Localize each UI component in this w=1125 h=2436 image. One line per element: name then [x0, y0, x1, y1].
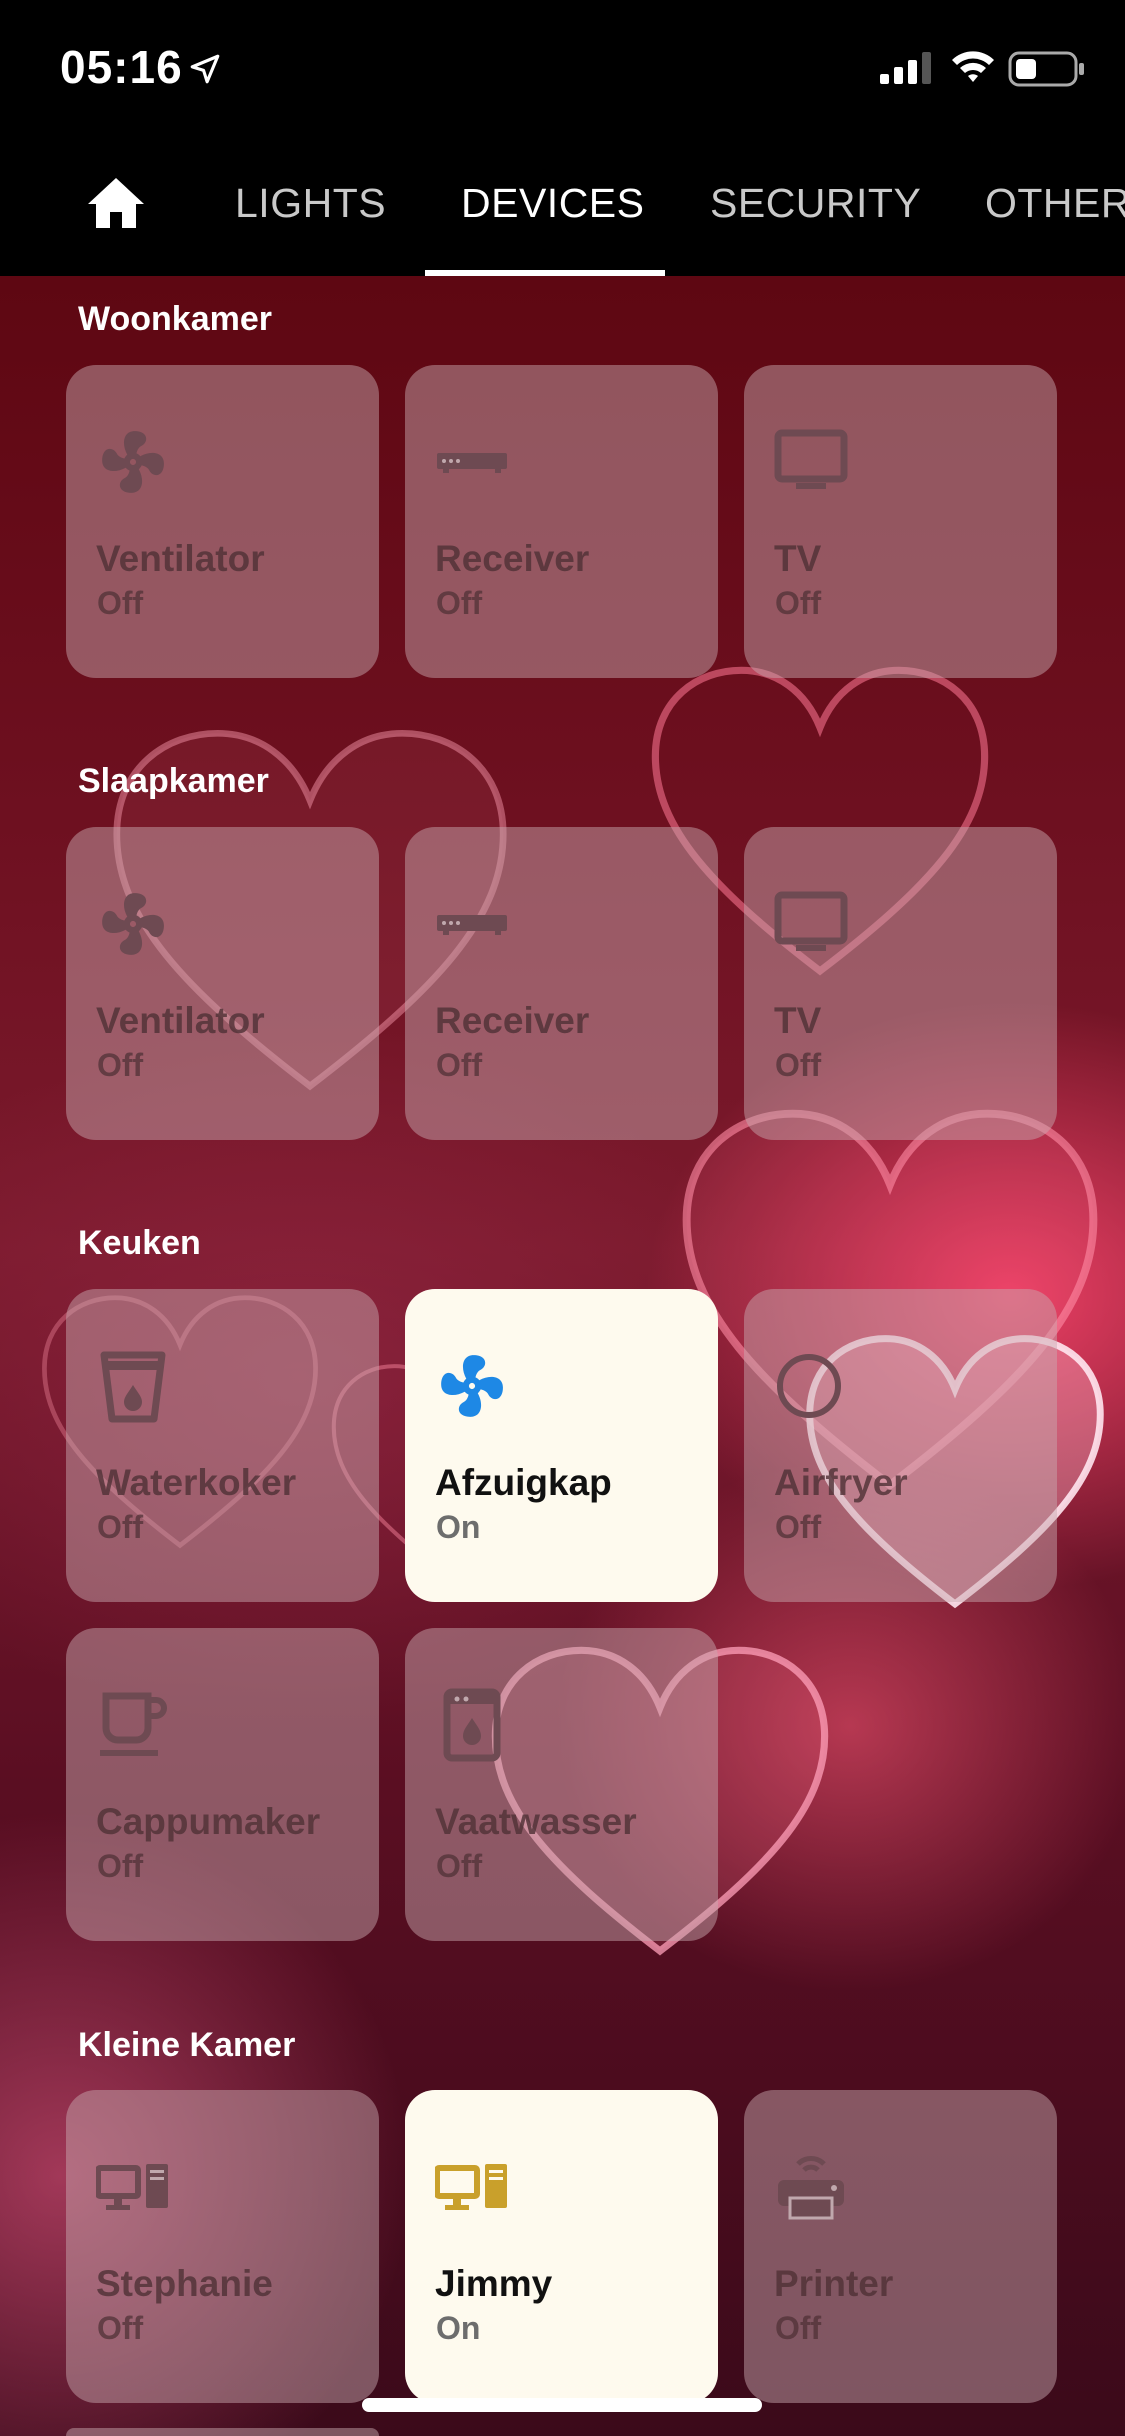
- device-tile-waterkoker[interactable]: Waterkoker Off: [66, 1289, 379, 1602]
- device-tile-tv-woonkamer[interactable]: TV Off: [744, 365, 1057, 678]
- device-state: Off: [775, 1047, 822, 1083]
- receiver-icon: [437, 453, 507, 473]
- status-time: 05:16: [60, 41, 183, 93]
- device-name: Afzuigkap: [435, 1462, 612, 1503]
- device-tile-receiver-slaapkamer[interactable]: Receiver Off: [405, 827, 718, 1140]
- device-state: On: [436, 2310, 481, 2346]
- section-title-slaapkamer: Slaapkamer: [78, 762, 269, 800]
- cellular-signal-icon: [880, 52, 931, 84]
- device-state: Off: [436, 585, 483, 621]
- device-state: Off: [775, 2310, 822, 2346]
- kettle-icon: [100, 1351, 166, 1423]
- device-state: Off: [97, 585, 144, 621]
- device-tile-tv-slaapkamer[interactable]: TV Off: [744, 827, 1057, 1140]
- device-name: Receiver: [435, 538, 590, 579]
- device-name: TV: [774, 1000, 822, 1041]
- location-arrow-icon: [190, 54, 220, 84]
- device-state: On: [436, 1509, 481, 1545]
- tv-icon: [774, 891, 848, 951]
- device-tile-afzuigkap[interactable]: Afzuigkap On: [405, 1289, 718, 1602]
- device-name: Jimmy: [435, 2263, 553, 2304]
- device-name: Waterkoker: [96, 1462, 297, 1503]
- tv-icon: [774, 429, 848, 489]
- printer-icon: [778, 2156, 844, 2220]
- device-tile-ventilator-slaapkamer[interactable]: Ventilator Off: [66, 827, 379, 1140]
- device-state: Off: [775, 585, 822, 621]
- desktop-computer-icon: [96, 2164, 168, 2210]
- device-tile-stephanie[interactable]: Stephanie Off: [66, 2090, 379, 2403]
- device-name: TV: [774, 538, 822, 579]
- section-title-woonkamer: Woonkamer: [78, 300, 272, 338]
- device-tile-cappumaker[interactable]: Cappumaker Off: [66, 1628, 379, 1941]
- dishwasher-icon: [443, 1688, 501, 1762]
- device-tile-printer[interactable]: Printer Off: [744, 2090, 1057, 2403]
- fan-icon: [441, 1355, 503, 1417]
- tab-bar: LIGHTS DEVICES SECURITY OTHER: [0, 140, 1125, 276]
- device-name: Ventilator: [96, 1000, 265, 1041]
- device-state: Off: [436, 1047, 483, 1083]
- tab-devices[interactable]: DEVICES: [461, 180, 645, 227]
- device-name: Airfryer: [774, 1462, 908, 1503]
- device-tile-partial[interactable]: [66, 2428, 379, 2436]
- device-tile-vaatwasser[interactable]: Vaatwasser Off: [405, 1628, 718, 1941]
- device-tile-ventilator-woonkamer[interactable]: Ventilator Off: [66, 365, 379, 678]
- device-name: Vaatwasser: [435, 1801, 637, 1842]
- device-state: Off: [97, 1509, 144, 1545]
- device-tile-airfryer[interactable]: Airfryer Off: [744, 1289, 1057, 1602]
- circle-icon: [777, 1354, 841, 1418]
- section-title-kleine-kamer: Kleine Kamer: [78, 2026, 296, 2064]
- desktop-computer-icon: [435, 2164, 507, 2210]
- coffee-cup-icon: [100, 1692, 167, 1756]
- device-tile-jimmy[interactable]: Jimmy On: [405, 2090, 718, 2403]
- fan-icon: [102, 431, 164, 493]
- battery-icon: [1008, 51, 1084, 87]
- device-tile-receiver-woonkamer[interactable]: Receiver Off: [405, 365, 718, 678]
- device-name: Stephanie: [96, 2263, 273, 2304]
- tab-security[interactable]: SECURITY: [710, 180, 921, 227]
- home-indicator[interactable]: [362, 2398, 762, 2412]
- wifi-icon: [952, 51, 994, 82]
- device-state: Off: [775, 1509, 822, 1545]
- device-state: Off: [97, 2310, 144, 2346]
- home-icon[interactable]: [84, 172, 148, 236]
- device-state: Off: [97, 1047, 144, 1083]
- device-name: Cappumaker: [96, 1801, 321, 1842]
- fan-icon: [102, 893, 164, 955]
- section-title-keuken: Keuken: [78, 1224, 201, 1262]
- tab-lights[interactable]: LIGHTS: [235, 180, 386, 227]
- status-bar: 05:16: [0, 0, 1125, 140]
- device-name: Printer: [774, 2263, 894, 2304]
- receiver-icon: [437, 915, 507, 935]
- device-state: Off: [436, 1848, 483, 1884]
- device-name: Receiver: [435, 1000, 590, 1041]
- device-state: Off: [97, 1848, 144, 1884]
- tab-other[interactable]: OTHER: [985, 180, 1125, 227]
- device-name: Ventilator: [96, 538, 265, 579]
